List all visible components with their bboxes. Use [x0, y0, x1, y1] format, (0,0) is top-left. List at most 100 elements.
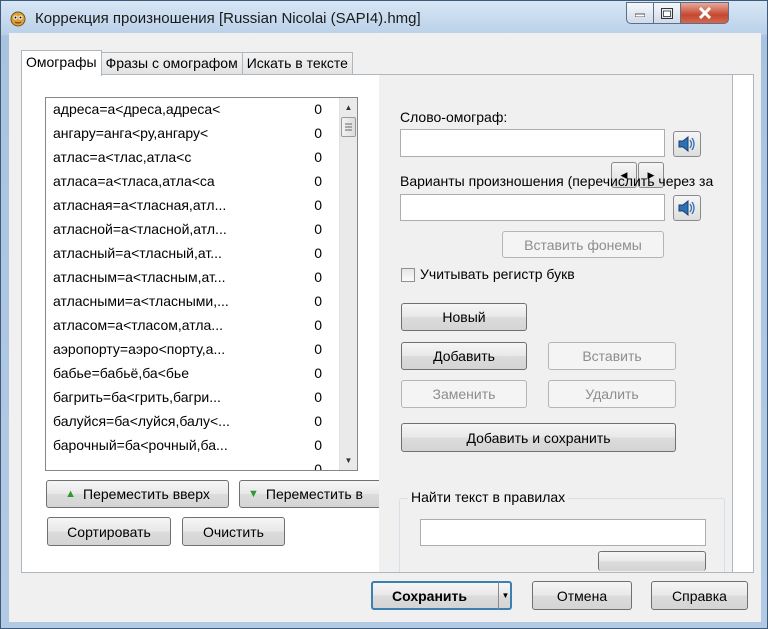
list-item-text: атлас=а<тлас,атла<с: [53, 149, 192, 165]
window-title: Коррекция произношения [Russian Nicolai …: [35, 10, 421, 27]
arrow-up-icon: ▲: [65, 488, 77, 500]
list-item-count: 0: [314, 437, 322, 453]
dialog-client-area: Омографы Фразы с омографом Искать в текс…: [9, 33, 761, 622]
list-item-count: 0: [314, 197, 322, 213]
list-item[interactable]: атласа=а<тласа,атла<са 0: [46, 170, 340, 194]
cancel-button[interactable]: Отмена: [532, 581, 632, 610]
speak-homograph-button[interactable]: [673, 131, 701, 157]
list-item[interactable]: атласными=а<тласными,... 0: [46, 290, 340, 314]
scroll-down-arrow-icon[interactable]: ▼: [340, 452, 357, 469]
pronunciation-variants-input[interactable]: [400, 194, 665, 221]
list-item-text: атласной=а<тласной,атл...: [53, 221, 227, 237]
move-up-label: Переместить вверх: [83, 486, 210, 502]
list-item-text: багрить=ба<грить,багри...: [53, 389, 221, 405]
tab-search-in-text[interactable]: Искать в тексте: [241, 52, 353, 75]
list-item-count: 0: [314, 389, 322, 405]
list-item-count: 0: [314, 125, 322, 141]
move-down-label: Переместить в: [265, 486, 363, 502]
list-item-count: 0: [314, 413, 322, 429]
insert-button[interactable]: Вставить: [548, 342, 676, 370]
list-scrollbar[interactable]: ▲ ▼: [339, 98, 357, 470]
homograph-listbox[interactable]: адреса=а<дреса,адреса< 0 ангару=анга<ру,ан…: [45, 97, 358, 471]
list-item-count: 0: [314, 317, 322, 333]
minimize-button[interactable]: [626, 2, 654, 24]
speaker-icon: [678, 136, 695, 152]
list-item[interactable]: ангару=анга<ру,ангару< 0: [46, 122, 340, 146]
list-item-text: атласными=а<тласными,...: [53, 293, 229, 309]
list-item-text: атласом=а<тласом,атла...: [53, 317, 223, 333]
list-item[interactable]: атласом=а<тласом,атла... 0: [46, 314, 340, 338]
save-split-divider: [498, 582, 499, 609]
maximize-button[interactable]: [653, 2, 681, 24]
find-text-group-title: Найти текст в правилах: [408, 489, 569, 505]
list-item[interactable]: адреса=а<дреса,адреса< 0: [46, 98, 340, 122]
list-item-text: бабье=бабьё,ба<бье: [53, 365, 189, 381]
scroll-thumb[interactable]: [341, 117, 356, 137]
list-item-count: 0: [314, 221, 322, 237]
save-dropdown-arrow-icon[interactable]: ▼: [500, 582, 511, 609]
list-item-text: адреса=а<дреса,адреса<: [53, 101, 221, 117]
delete-button[interactable]: Удалить: [548, 380, 676, 408]
add-button[interactable]: Добавить: [401, 342, 527, 370]
list-item-text: атласная=а<тласная,атл...: [53, 197, 227, 213]
add-and-save-button[interactable]: Добавить и сохранить: [401, 423, 676, 452]
new-button[interactable]: Новый: [401, 303, 527, 331]
speaker-icon: [678, 200, 695, 216]
homograph-word-label: Слово-омограф:: [400, 109, 508, 125]
find-button[interactable]: [598, 551, 706, 571]
list-item-count: 0: [314, 293, 322, 309]
close-icon: [698, 7, 711, 19]
list-item-text: атласа=а<тласа,атла<са: [53, 173, 215, 189]
arrow-down-icon: ▼: [248, 488, 259, 500]
list-item-count: 0: [314, 149, 322, 165]
list-pane: адреса=а<дреса,адреса< 0 ангару=анга<ру,ан…: [22, 75, 399, 572]
list-item-text: балуйся=ба<луйся,балу<...: [53, 413, 230, 429]
list-item[interactable]: атлас=а<тлас,атла<с 0: [46, 146, 340, 170]
list-item[interactable]: атласным=а<тласным,ат... 0: [46, 266, 340, 290]
pronunciation-variants-label: Варианты произношения (перечислить через…: [400, 173, 714, 189]
list-item[interactable]: барочный=ба<рочный,ба... 0: [46, 434, 340, 458]
speak-variants-button[interactable]: [673, 195, 701, 221]
tab-homographs[interactable]: Омографы: [21, 50, 102, 76]
list-item[interactable]: атласная=а<тласная,атл... 0: [46, 194, 340, 218]
insert-phonemes-button[interactable]: Вставить фонемы: [502, 231, 664, 258]
list-item-count: 0: [314, 245, 322, 261]
title-bar[interactable]: Коррекция произношения [Russian Nicolai …: [1, 1, 767, 35]
save-label: Сохранить: [392, 587, 467, 604]
list-item-count: 0: [314, 269, 322, 285]
case-sensitive-checkbox[interactable]: [401, 268, 415, 282]
list-item-count: 0: [314, 173, 322, 189]
list-item-count: 0: [314, 365, 322, 381]
help-button[interactable]: Справка: [651, 581, 748, 610]
list-item-text: атласный=а<тласный,ат...: [53, 245, 222, 261]
move-up-button[interactable]: ▲ Переместить вверх: [46, 480, 229, 508]
app-icon: [10, 11, 26, 27]
list-item[interactable]: бабье=бабьё,ба<бье 0: [46, 362, 340, 386]
list-item-count: 0: [314, 101, 322, 117]
list-item-count: 0: [314, 461, 322, 471]
list-item[interactable]: атласной=а<тласной,атл... 0: [46, 218, 340, 242]
list-item-text: ангару=анга<ру,ангару<: [53, 125, 209, 141]
replace-button[interactable]: Заменить: [401, 380, 527, 408]
list-item[interactable]: атласный=а<тласный,ат... 0: [46, 242, 340, 266]
homograph-word-input[interactable]: [400, 129, 665, 157]
close-button[interactable]: [680, 2, 729, 24]
maximize-icon: [661, 7, 673, 19]
move-down-button[interactable]: ▼ Переместить в: [239, 480, 399, 508]
list-item-text: барочный=ба<рочный,ба...: [53, 437, 228, 453]
find-text-input[interactable]: [420, 519, 706, 546]
list-item[interactable]: багрить=ба<грить,багри... 0: [46, 386, 340, 410]
clear-button[interactable]: Очистить: [182, 517, 285, 546]
list-item-count: 0: [314, 341, 322, 357]
list-item[interactable]: балуйся=ба<луйся,балу<... 0: [46, 410, 340, 434]
list-item[interactable]: 0: [46, 458, 340, 471]
list-item[interactable]: аэропорту=аэро<порту,а... 0: [46, 338, 340, 362]
list-item-text: атласным=а<тласным,ат...: [53, 269, 226, 285]
dialog-window: Коррекция произношения [Russian Nicolai …: [0, 0, 768, 629]
minimize-icon: [635, 13, 645, 17]
tab-strip: Омографы Фразы с омографом Искать в текс…: [21, 50, 353, 76]
tab-homograph-phrases[interactable]: Фразы с омографом: [100, 52, 243, 75]
save-button[interactable]: Сохранить: [371, 581, 512, 610]
sort-button[interactable]: Сортировать: [47, 517, 171, 546]
scroll-up-arrow-icon[interactable]: ▲: [340, 99, 357, 116]
